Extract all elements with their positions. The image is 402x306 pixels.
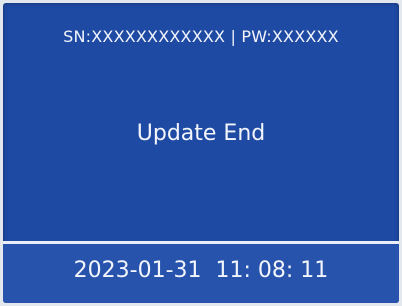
status-message: Update End [136, 121, 266, 146]
date-time: 2023-01-31 11: 08: 11 [73, 258, 329, 283]
device-screen: SN:XXXXXXXXXXXX | PW:XXXXXX Update End 2… [3, 3, 399, 303]
serial-password-line: SN:XXXXXXXXXXXX | PW:XXXXXX [63, 27, 339, 46]
device-frame: SN:XXXXXXXXXXXX | PW:XXXXXX Update End 2… [0, 0, 402, 306]
